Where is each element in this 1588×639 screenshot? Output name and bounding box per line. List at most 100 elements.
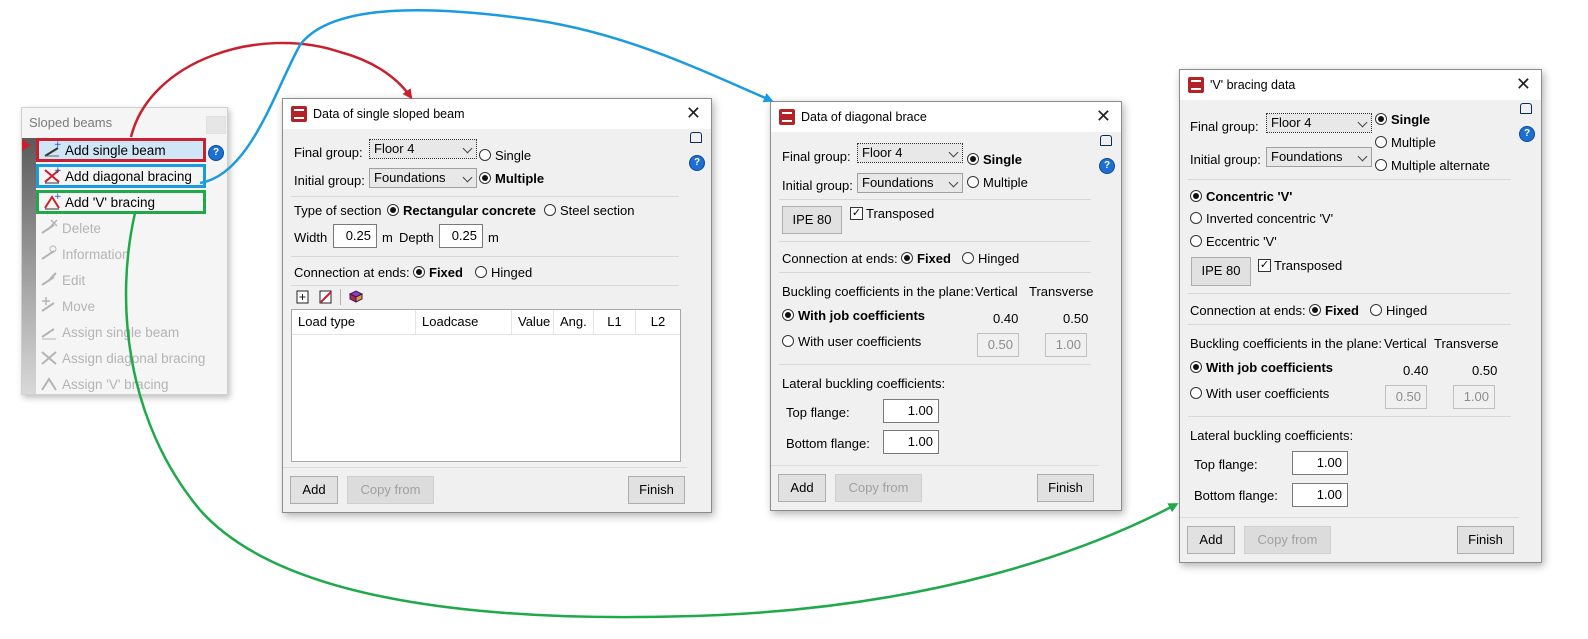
bottom-flange-input[interactable]: 1.00 xyxy=(883,430,939,454)
menu-item-edit: Edit xyxy=(36,268,206,292)
separator xyxy=(1188,416,1511,417)
final-group-select[interactable]: Floor 4 xyxy=(857,143,963,163)
rect-concrete-radio[interactable] xyxy=(387,204,399,216)
final-group-select[interactable]: Floor 4 xyxy=(1266,113,1372,133)
width-label: Width xyxy=(294,230,328,245)
selection-pointer-icon xyxy=(22,139,31,151)
column-header[interactable]: Ang. xyxy=(554,310,594,334)
manual-book-icon[interactable] xyxy=(689,131,705,145)
single-radio[interactable] xyxy=(1375,113,1387,125)
buckling-label: Buckling coefficients in the plane: xyxy=(1190,336,1382,351)
job-coeff-radio[interactable] xyxy=(782,309,794,321)
menu-item-label: Move xyxy=(62,298,96,314)
separator xyxy=(779,364,1091,365)
top-flange-label: Top flange: xyxy=(786,405,850,420)
finish-button[interactable]: Finish xyxy=(1037,474,1094,502)
final-group-select[interactable]: Floor 4 xyxy=(369,139,477,159)
multiple-radio[interactable] xyxy=(967,176,979,188)
final-group-label: Final group: xyxy=(1190,119,1259,134)
final-group-value: Floor 4 xyxy=(374,141,415,156)
concentric-v-radio[interactable] xyxy=(1190,190,1202,202)
section-ipe80-button[interactable]: IPE 80 xyxy=(782,206,842,234)
load-library-icon[interactable] xyxy=(348,290,364,304)
help-icon[interactable]: ? xyxy=(1519,126,1535,142)
fixed-radio[interactable] xyxy=(901,252,913,264)
final-group-label: Final group: xyxy=(782,149,851,164)
bottom-flange-input[interactable]: 1.00 xyxy=(1292,483,1348,507)
menu-item-label: Delete xyxy=(62,220,102,236)
steel-section-radio[interactable] xyxy=(544,204,556,216)
assign-single-beam-icon xyxy=(40,323,58,341)
width-input[interactable]: 0.25 xyxy=(333,224,377,248)
menu-item-add-diagonal-bracing[interactable]: + Add diagonal bracing xyxy=(36,164,206,188)
column-header[interactable]: L1 xyxy=(594,310,636,334)
menu-item-label: Add 'V' bracing xyxy=(65,194,155,210)
menu-item-label: Add diagonal bracing xyxy=(65,168,192,184)
menu-item-add-v-bracing[interactable]: + Add 'V' bracing xyxy=(36,190,206,214)
hinged-radio[interactable] xyxy=(1370,304,1382,316)
help-icon[interactable]: ? xyxy=(689,155,705,171)
fixed-label: Fixed xyxy=(917,251,951,266)
single-radio[interactable] xyxy=(479,149,491,161)
add-load-icon[interactable] xyxy=(296,290,310,304)
close-icon[interactable]: ✕ xyxy=(1516,74,1531,95)
dialog-diagonal-brace: Data of diagonal brace ✕ ? Final group: … xyxy=(770,101,1122,511)
initial-group-select[interactable]: Foundations xyxy=(369,168,477,188)
sloped-beams-menu: Sloped beams + Add single beam ? + Add d… xyxy=(21,107,228,395)
user-coeff-radio[interactable] xyxy=(1190,387,1202,399)
concentric-v-label: Concentric 'V' xyxy=(1206,189,1293,204)
fixed-radio[interactable] xyxy=(1309,304,1321,316)
single-radio[interactable] xyxy=(967,153,979,165)
column-header[interactable]: Load type xyxy=(292,310,416,334)
loads-table[interactable]: Load type Loadcase Value Ang. L1 L2 xyxy=(291,309,681,462)
close-icon[interactable]: ✕ xyxy=(686,103,701,124)
initial-group-select[interactable]: Foundations xyxy=(857,173,963,193)
help-icon[interactable]: ? xyxy=(1099,158,1115,174)
inverted-concentric-v-radio[interactable] xyxy=(1190,212,1202,224)
separator xyxy=(291,256,679,257)
lateral-buckling-label: Lateral buckling coefficients: xyxy=(782,376,946,391)
multiple-alternate-radio[interactable] xyxy=(1375,159,1387,171)
transposed-checkbox[interactable]: ✓ xyxy=(850,207,863,220)
menu-help-icon[interactable]: ? xyxy=(208,143,224,161)
hinged-label: Hinged xyxy=(491,265,533,280)
hinged-radio[interactable] xyxy=(962,252,974,264)
initial-group-select[interactable]: Foundations xyxy=(1266,147,1372,167)
transverse-label: Transverse xyxy=(1029,284,1094,299)
user-coeff-label: With user coefficients xyxy=(1206,386,1330,401)
menu-item-add-single-beam[interactable]: + Add single beam xyxy=(36,138,206,162)
steel-section-label: Steel section xyxy=(560,203,635,218)
multiple-radio[interactable] xyxy=(1375,136,1387,148)
multiple-radio[interactable] xyxy=(479,172,491,184)
multiple-label: Multiple xyxy=(495,171,545,186)
copy-from-button: Copy from xyxy=(1244,526,1331,554)
menu-close-button[interactable] xyxy=(206,116,226,134)
finish-button[interactable]: Finish xyxy=(1457,526,1514,554)
section-ipe80-button[interactable]: IPE 80 xyxy=(1191,257,1251,286)
finish-button[interactable]: Finish xyxy=(628,476,685,504)
close-icon[interactable]: ✕ xyxy=(1096,106,1111,127)
add-button[interactable]: Add xyxy=(290,476,338,504)
top-flange-input[interactable]: 1.00 xyxy=(883,399,939,423)
menu-side-strip xyxy=(22,138,36,394)
depth-input[interactable]: 0.25 xyxy=(439,224,483,248)
manual-book-icon[interactable] xyxy=(1099,134,1115,148)
dialog-title: Data of single sloped beam xyxy=(313,107,465,121)
user-coeff-radio[interactable] xyxy=(782,335,794,347)
column-header[interactable]: L2 xyxy=(636,310,680,334)
transposed-checkbox[interactable]: ✓ xyxy=(1258,259,1271,272)
add-button[interactable]: Add xyxy=(1187,526,1235,554)
top-flange-input[interactable]: 1.00 xyxy=(1292,451,1348,475)
manual-book-icon[interactable] xyxy=(1519,102,1535,116)
delete-load-icon[interactable] xyxy=(319,290,333,304)
transverse-label: Transverse xyxy=(1434,336,1499,351)
add-button[interactable]: Add xyxy=(778,474,826,502)
hinged-radio[interactable] xyxy=(475,266,487,278)
column-header[interactable]: Value xyxy=(512,310,554,334)
buckling-label: Buckling coefficients in the plane: xyxy=(782,284,974,299)
eccentric-v-radio[interactable] xyxy=(1190,235,1202,247)
column-header[interactable]: Loadcase xyxy=(416,310,512,334)
user-transverse-input: 1.00 xyxy=(1453,385,1495,409)
fixed-radio[interactable] xyxy=(413,266,425,278)
job-coeff-radio[interactable] xyxy=(1190,361,1202,373)
